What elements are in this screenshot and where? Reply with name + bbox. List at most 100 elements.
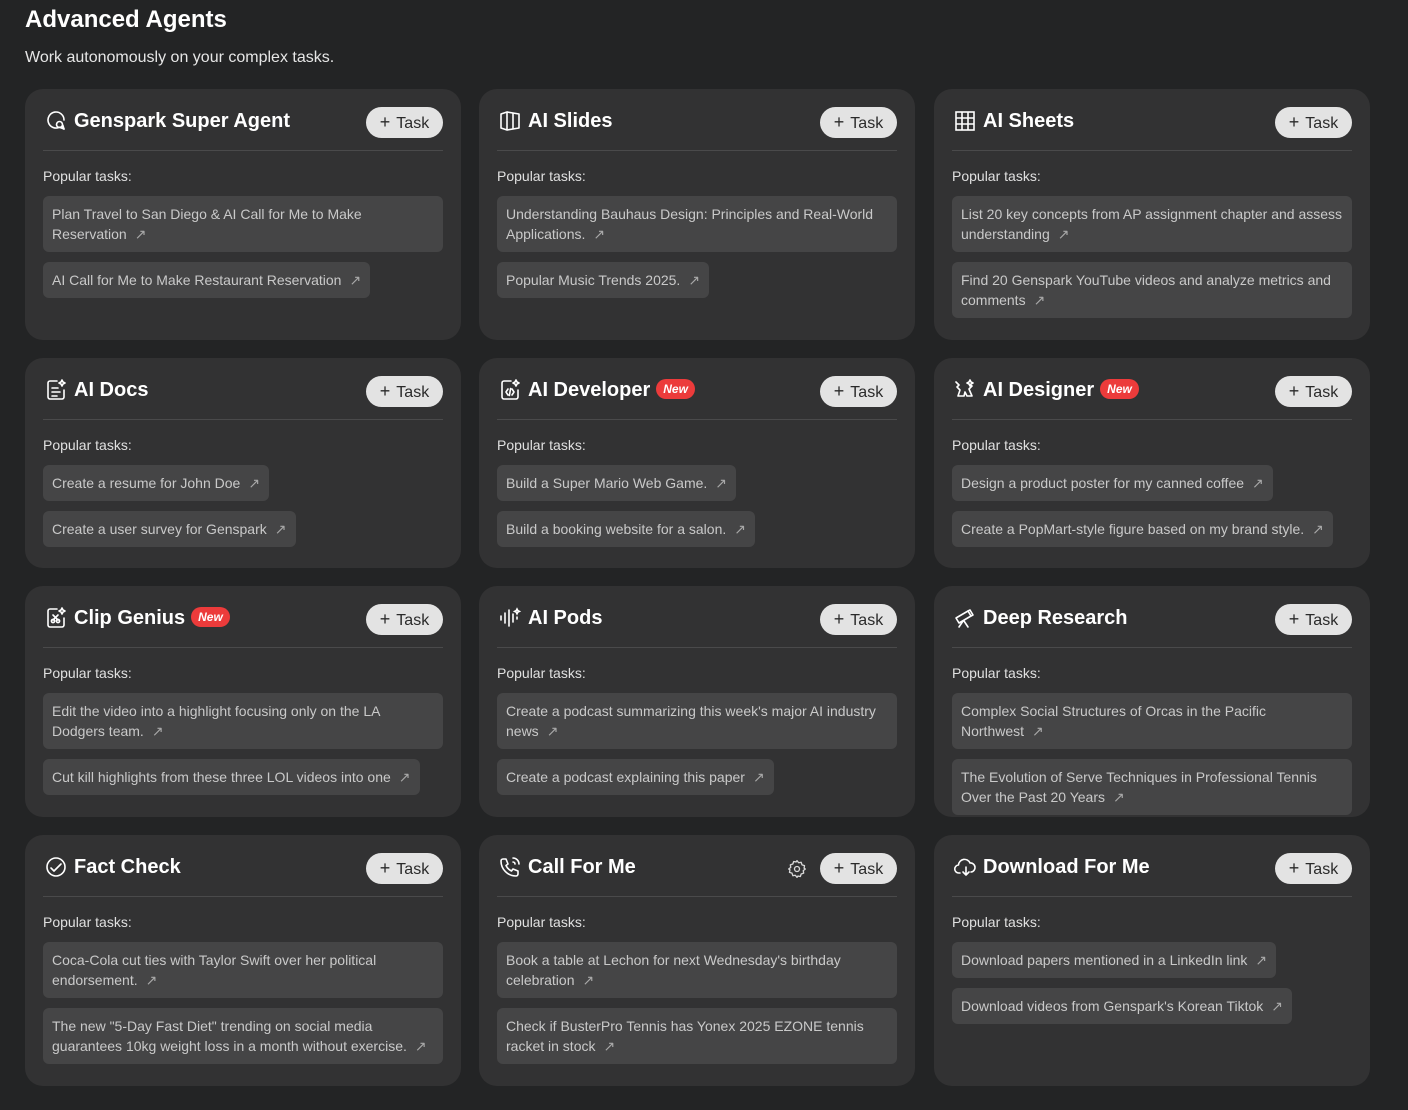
- card-title-text[interactable]: AI Pods: [528, 607, 602, 629]
- popular-task-chip[interactable]: Download papers mentioned in a LinkedIn …: [952, 942, 1277, 978]
- popular-task-chip[interactable]: Create a podcast explaining this paper ↗: [497, 759, 774, 795]
- card-title-text[interactable]: AI Slides: [528, 110, 612, 132]
- popular-task-chip[interactable]: The Evolution of Serve Techniques in Pro…: [952, 759, 1352, 815]
- popular-task-chip[interactable]: Plan Travel to San Diego & AI Call for M…: [43, 196, 443, 252]
- popular-task-chip[interactable]: Build a Super Mario Web Game. ↗: [497, 465, 737, 501]
- card-header: Genspark Super Agent + Task: [43, 103, 443, 151]
- add-task-label: Task: [850, 384, 884, 401]
- card-header: Fact Check + Task: [43, 849, 443, 897]
- add-task-button[interactable]: + Task: [1275, 376, 1352, 407]
- add-task-button[interactable]: + Task: [366, 604, 443, 635]
- new-badge: New: [1100, 379, 1139, 399]
- card-title-text[interactable]: AI Developer: [528, 379, 650, 401]
- arrow-up-right-icon: ↗: [1312, 521, 1324, 537]
- card-header: AI Developer New + Task: [497, 372, 897, 420]
- card-header: AI Pods + Task: [497, 600, 897, 648]
- popular-task-text: Edit the video into a highlight focusing…: [52, 703, 380, 739]
- popular-tasks-list: Complex Social Structures of Orcas in th…: [952, 693, 1352, 815]
- popular-task-chip[interactable]: Complex Social Structures of Orcas in th…: [952, 693, 1352, 749]
- card-title-text[interactable]: Call For Me: [528, 856, 636, 878]
- card-title-text[interactable]: AI Sheets: [983, 110, 1074, 132]
- popular-task-chip[interactable]: Edit the video into a highlight focusing…: [43, 693, 443, 749]
- add-task-button[interactable]: + Task: [1275, 107, 1352, 138]
- plus-icon: +: [833, 858, 845, 878]
- add-task-button[interactable]: + Task: [820, 107, 897, 138]
- card-title[interactable]: AI Developer New: [528, 376, 695, 404]
- arrow-up-right-icon: ↗: [134, 226, 147, 242]
- popular-task-chip[interactable]: Download videos from Genspark's Korean T…: [952, 988, 1292, 1024]
- plus-icon: +: [1288, 858, 1300, 878]
- gear-icon[interactable]: [787, 859, 807, 879]
- page-title: Advanced Agents: [25, 6, 227, 33]
- card-title-text[interactable]: Genspark Super Agent: [74, 110, 290, 132]
- add-task-button[interactable]: + Task: [820, 376, 897, 407]
- popular-task-chip[interactable]: Design a product poster for my canned co…: [952, 465, 1273, 501]
- plus-icon: +: [833, 112, 845, 132]
- card-title-text[interactable]: AI Designer: [983, 379, 1094, 401]
- add-task-button[interactable]: + Task: [1275, 604, 1352, 635]
- card-header: AI Slides + Task: [497, 103, 897, 151]
- popular-task-chip[interactable]: Create a user survey for Genspark ↗: [43, 511, 296, 547]
- card-header: Deep Research + Task: [952, 600, 1352, 648]
- popular-task-chip[interactable]: Popular Music Trends 2025. ↗: [497, 262, 710, 298]
- arrow-up-right-icon: ↗: [349, 272, 362, 288]
- agent-card-call-for-me: Call For Me + Task Popular tasks: Book a tab…: [479, 835, 915, 1086]
- popular-task-text: AI Call for Me to Make Restaurant Reserv…: [52, 272, 342, 288]
- popular-task-text: Design a product poster for my canned co…: [961, 475, 1245, 491]
- popular-task-chip[interactable]: List 20 key concepts from AP assignment …: [952, 196, 1352, 252]
- card-title-text[interactable]: Fact Check: [74, 856, 181, 878]
- add-task-button[interactable]: + Task: [1275, 853, 1352, 884]
- popular-task-text: Create a resume for John Doe: [52, 475, 241, 491]
- check-circle-icon: [43, 854, 69, 880]
- card-title-text[interactable]: Download For Me: [983, 856, 1150, 878]
- add-task-label: Task: [850, 115, 884, 132]
- add-task-button[interactable]: + Task: [366, 376, 443, 407]
- card-title[interactable]: Clip Genius New: [74, 604, 230, 632]
- popular-tasks-list: List 20 key concepts from AP assignment …: [952, 196, 1352, 318]
- popular-tasks-label: Popular tasks:: [952, 437, 1041, 453]
- arrow-up-right-icon: ↗: [688, 272, 701, 288]
- popular-task-chip[interactable]: Build a booking website for a salon. ↗: [497, 511, 755, 547]
- popular-tasks-list: Coca-Cola cut ties with Taylor Swift ove…: [43, 942, 443, 1064]
- popular-task-text: Create a PopMart-style figure based on m…: [961, 521, 1305, 537]
- popular-task-text: Create a user survey for Genspark: [52, 521, 267, 537]
- card-title-text[interactable]: Clip Genius: [74, 607, 185, 629]
- plus-icon: +: [1288, 609, 1300, 629]
- popular-task-chip[interactable]: Create a podcast summarizing this week's…: [497, 693, 897, 749]
- card-title[interactable]: AI Pods: [528, 604, 602, 632]
- popular-task-chip[interactable]: Create a PopMart-style figure based on m…: [952, 511, 1333, 547]
- agent-card-deep-research: Deep Research + Task Popular tasks: Complex …: [934, 586, 1370, 817]
- add-task-button[interactable]: + Task: [820, 604, 897, 635]
- card-title[interactable]: Fact Check: [74, 853, 181, 881]
- card-title-text[interactable]: Deep Research: [983, 607, 1128, 629]
- popular-task-chip[interactable]: Understanding Bauhaus Design: Principles…: [497, 196, 897, 252]
- card-title[interactable]: AI Slides: [528, 107, 612, 135]
- popular-task-chip[interactable]: The new "5-Day Fast Diet" trending on so…: [43, 1008, 443, 1064]
- card-title[interactable]: AI Designer New: [983, 376, 1139, 404]
- card-header: Clip Genius New + Task: [43, 600, 443, 648]
- popular-task-chip[interactable]: Check if BusterPro Tennis has Yonex 2025…: [497, 1008, 897, 1064]
- popular-task-text: Find 20 Genspark YouTube videos and anal…: [961, 272, 1331, 308]
- add-task-button[interactable]: + Task: [366, 107, 443, 138]
- popular-task-chip[interactable]: Coca-Cola cut ties with Taylor Swift ove…: [43, 942, 443, 998]
- add-task-button[interactable]: + Task: [366, 853, 443, 884]
- card-title[interactable]: AI Sheets: [983, 107, 1074, 135]
- popular-task-chip[interactable]: Find 20 Genspark YouTube videos and anal…: [952, 262, 1352, 318]
- add-task-button[interactable]: + Task: [820, 853, 897, 884]
- grid-icon: [952, 108, 978, 134]
- card-title[interactable]: Call For Me: [528, 853, 636, 881]
- popular-task-chip[interactable]: Cut kill highlights from these three LOL…: [43, 759, 420, 795]
- card-title[interactable]: Genspark Super Agent: [74, 107, 290, 135]
- popular-task-chip[interactable]: AI Call for Me to Make Restaurant Reserv…: [43, 262, 371, 298]
- arrow-up-right-icon: ↗: [1271, 998, 1283, 1014]
- arrow-up-right-icon: ↗: [734, 521, 746, 537]
- card-title[interactable]: Download For Me: [983, 853, 1150, 881]
- card-title[interactable]: AI Docs: [74, 376, 148, 404]
- card-title-text[interactable]: AI Docs: [74, 379, 148, 401]
- add-task-label: Task: [1305, 384, 1339, 401]
- arrow-up-right-icon: ↗: [1255, 952, 1268, 968]
- popular-task-chip[interactable]: Book a table at Lechon for next Wednesda…: [497, 942, 897, 998]
- popular-task-chip[interactable]: Create a resume for John Doe ↗: [43, 465, 270, 501]
- arrow-up-right-icon: ↗: [248, 475, 261, 491]
- card-title[interactable]: Deep Research: [983, 604, 1128, 632]
